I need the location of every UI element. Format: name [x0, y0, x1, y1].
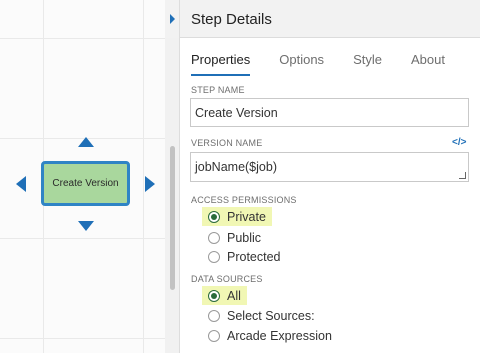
chevron-right-icon — [170, 14, 175, 24]
data-sources-label: DATA SOURCES — [191, 274, 263, 284]
radio-protected[interactable]: Protected — [202, 247, 287, 266]
connector-down-arrow-icon[interactable] — [78, 221, 94, 231]
tab-about[interactable]: About — [411, 52, 445, 76]
scrollbar-thumb[interactable] — [170, 146, 175, 290]
step-node-label: Create Version — [52, 178, 119, 189]
radio-arcade-expression[interactable]: Arcade Expression — [202, 326, 338, 345]
connector-up-arrow-icon[interactable] — [78, 137, 94, 147]
tab-properties[interactable]: Properties — [191, 52, 251, 76]
panel-header: Step Details — [180, 0, 480, 38]
radio-checked-icon — [208, 289, 220, 302]
workflow-canvas[interactable]: Create Version — [0, 0, 165, 353]
code-expression-icon[interactable]: </> — [452, 137, 466, 148]
radio-unchecked-icon — [208, 231, 220, 244]
radio-select-sources[interactable]: Select Sources: — [202, 306, 321, 325]
step-name-input[interactable]: Create Version — [190, 98, 469, 127]
resize-grip-icon[interactable] — [459, 172, 466, 179]
tab-bar: Properties Options Style About — [191, 52, 474, 76]
version-name-textarea[interactable]: jobName($job) — [190, 152, 469, 182]
radio-private[interactable]: Private — [202, 207, 272, 226]
canvas-scrollbar[interactable] — [165, 0, 179, 353]
version-name-label: VERSION NAME — [191, 138, 263, 148]
radio-checked-icon — [208, 210, 220, 223]
radio-unchecked-icon — [208, 250, 220, 263]
tab-options[interactable]: Options — [279, 52, 324, 76]
radio-select-sources-label: Select Sources: — [227, 308, 315, 323]
step-node[interactable]: Create Version — [41, 161, 130, 206]
step-details-panel: Step Details Properties Options Style Ab… — [179, 0, 480, 353]
radio-public[interactable]: Public — [202, 228, 267, 247]
radio-private-label: Private — [227, 209, 266, 224]
radio-all-label: All — [227, 288, 241, 303]
radio-unchecked-icon — [208, 329, 220, 342]
connector-left-arrow-icon[interactable] — [16, 176, 26, 192]
tab-style[interactable]: Style — [353, 52, 382, 76]
radio-all[interactable]: All — [202, 286, 247, 305]
radio-unchecked-icon — [208, 309, 220, 322]
radio-arcade-expression-label: Arcade Expression — [227, 328, 332, 343]
version-name-value: jobName($job) — [195, 160, 277, 174]
radio-protected-label: Protected — [227, 249, 281, 264]
collapse-panel-button[interactable] — [165, 0, 179, 38]
panel-title: Step Details — [191, 11, 272, 28]
step-name-label: STEP NAME — [191, 85, 245, 95]
access-permissions-label: ACCESS PERMISSIONS — [191, 195, 297, 205]
connector-right-arrow-icon[interactable] — [145, 176, 155, 192]
radio-public-label: Public — [227, 230, 262, 245]
